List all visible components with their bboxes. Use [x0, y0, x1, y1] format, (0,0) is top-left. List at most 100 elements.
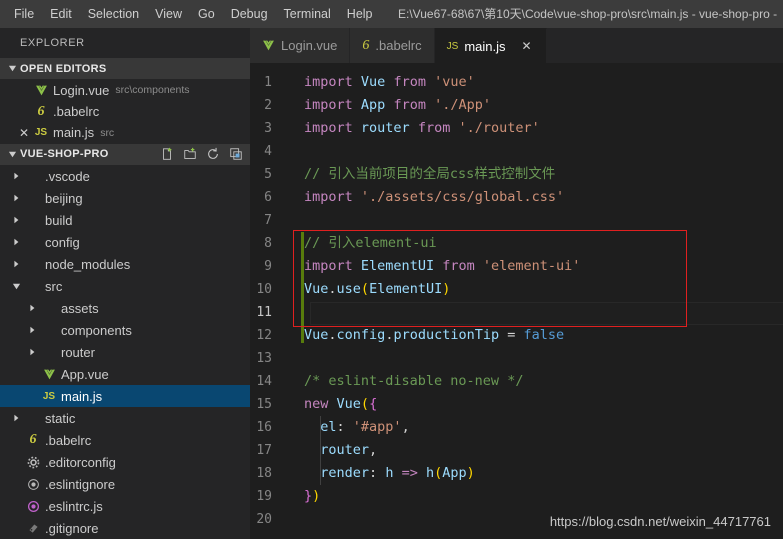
chevron-right-icon — [24, 304, 40, 312]
tree-folder-static[interactable]: static — [0, 407, 250, 429]
code-line[interactable]: 4 — [250, 140, 783, 163]
code-token: ElementUI — [360, 258, 435, 274]
collapse-all-icon[interactable] — [228, 146, 244, 162]
line-number: 2 — [264, 98, 272, 113]
tree-item-label: components — [61, 322, 132, 338]
code-line[interactable]: 15 new Vue({ — [250, 393, 783, 416]
open-editor-babelrc[interactable]: 6 .babelrc — [0, 101, 250, 122]
menu-item-go[interactable]: Go — [190, 0, 223, 28]
tree-file-app-vue[interactable]: App.vue — [0, 363, 250, 385]
tree-item-label: .vscode — [45, 168, 90, 184]
code-line[interactable]: 8 // 引入element-ui — [250, 232, 783, 255]
code-line[interactable]: 11 — [250, 301, 783, 324]
line-number: 17 — [256, 443, 272, 458]
code-line[interactable]: 5 // 引入当前项目的全局css样式控制文件 — [250, 163, 783, 186]
code-line[interactable]: 3 import router from './router' — [250, 117, 783, 140]
code-token: } — [304, 488, 313, 504]
title-bar: File Edit Selection View Go Debug Termin… — [0, 0, 783, 28]
tab-babelrc[interactable]: 6 .babelrc — [350, 28, 435, 63]
open-editor-label: .babelrc — [53, 104, 100, 120]
code-line[interactable]: 14 /* eslint-disable no-new */ — [250, 370, 783, 393]
tab-login-vue[interactable]: Login.vue — [250, 28, 351, 63]
tree-folder-build[interactable]: build — [0, 209, 250, 231]
open-editors-header[interactable]: OPEN EDITORS — [0, 58, 250, 80]
tree-file-dot-babelrc[interactable]: 6 .babelrc — [0, 429, 250, 451]
tab-main-js[interactable]: JS main.js ✕ — [434, 28, 547, 63]
vue-file-icon — [262, 40, 275, 51]
tab-label: Login.vue — [281, 38, 338, 53]
code-token: : — [336, 419, 353, 435]
tree-file-dot-editorconfig[interactable]: .editorconfig — [0, 451, 250, 473]
open-editor-main-js[interactable]: ✕ JS main.js src — [0, 122, 250, 143]
menu-item-terminal[interactable]: Terminal — [276, 0, 339, 28]
code-editor[interactable]: 1 import Vue from 'vue' 2 import App from '… — [250, 63, 783, 539]
code-line-text: new Vue({ — [294, 393, 783, 416]
babel-file-icon: 6 — [362, 37, 370, 53]
menu-item-view[interactable]: View — [147, 0, 190, 28]
code-token: , — [369, 442, 378, 458]
code-line[interactable]: 12 Vue.config.productionTip = false — [250, 324, 783, 347]
code-line[interactable]: 7 — [250, 209, 783, 232]
code-line-text: // 引入当前项目的全局css样式控制文件 — [294, 163, 783, 186]
tree-file-main-js[interactable]: JS main.js — [0, 385, 250, 408]
line-number: 1 — [264, 75, 272, 90]
tree-folder-router[interactable]: router — [0, 341, 250, 363]
menu-item-selection[interactable]: Selection — [80, 0, 147, 28]
tree-folder-assets[interactable]: assets — [0, 297, 250, 319]
code-token: Vue — [304, 281, 329, 297]
code-line[interactable]: 16 el: '#app', — [250, 416, 783, 439]
code-token: Vue — [304, 327, 329, 343]
eslint-icon — [24, 500, 42, 513]
vue-file-icon — [32, 85, 50, 96]
code-line-text: import Vue from 'vue' — [294, 71, 783, 94]
code-line[interactable]: 6 import './assets/css/global.css' — [250, 186, 783, 209]
code-token: . — [328, 281, 337, 297]
close-icon[interactable]: ✕ — [520, 39, 534, 53]
tree-item-label: .babelrc — [45, 432, 92, 448]
new-folder-icon[interactable] — [182, 146, 198, 162]
code-line[interactable]: 10 Vue.use(ElementUI) — [250, 278, 783, 301]
open-editor-label: Login.vue — [53, 82, 110, 98]
line-number: 6 — [264, 190, 272, 205]
menu-item-debug[interactable]: Debug — [223, 0, 276, 28]
code-line[interactable]: 18 render: h => h(App) — [250, 462, 783, 485]
tree-folder-components[interactable]: components — [0, 319, 250, 341]
code-line[interactable]: 1 import Vue from 'vue' — [250, 71, 783, 94]
menu-item-file[interactable]: File — [6, 0, 42, 28]
menu-item-help[interactable]: Help — [339, 0, 381, 28]
tree-folder-dot-vscode[interactable]: .vscode — [0, 165, 250, 187]
tree-file-dot-eslintignore[interactable]: .eslintignore — [0, 473, 250, 495]
code-token: './router' — [458, 120, 540, 136]
code-token: false — [523, 327, 565, 343]
vue-file-icon — [40, 369, 58, 380]
code-line[interactable]: 9 import ElementUI from 'element-ui' — [250, 255, 783, 278]
close-icon[interactable]: ✕ — [16, 127, 32, 139]
tree-file-dot-gitignore[interactable]: .gitignore — [0, 517, 250, 539]
code-token: import — [304, 97, 353, 113]
refresh-icon[interactable] — [205, 146, 221, 162]
code-line[interactable]: 19}) — [250, 485, 783, 508]
code-token: from — [442, 258, 475, 274]
code-line-text: import ElementUI from 'element-ui' — [294, 255, 783, 278]
code-line[interactable]: 17 router, — [250, 439, 783, 462]
open-editor-login-vue[interactable]: Login.vue src\components — [0, 79, 250, 100]
code-line[interactable]: 13 — [250, 347, 783, 370]
tree-folder-beijing[interactable]: beijing — [0, 187, 250, 209]
chevron-down-icon — [8, 282, 24, 291]
tree-file-dot-eslintrc-js[interactable]: .eslintrc.js — [0, 495, 250, 517]
tree-folder-config[interactable]: config — [0, 231, 250, 253]
new-file-icon[interactable] — [159, 146, 175, 162]
menu-item-edit[interactable]: Edit — [42, 0, 80, 28]
editor-area: Login.vue 6 .babelrc JS main.js ✕ 1 impor… — [250, 28, 783, 539]
tree-item-label: src — [45, 278, 63, 294]
project-root-header[interactable]: VUE-SHOP-PRO — [0, 143, 250, 166]
tree-folder-src[interactable]: src — [0, 275, 250, 297]
tree-item-label: static — [45, 410, 76, 426]
code-token: App — [442, 465, 467, 481]
line-number: 8 — [264, 236, 272, 251]
code-line[interactable]: 2 import App from './App' — [250, 94, 783, 117]
tree-folder-node-modules[interactable]: node_modules — [0, 253, 250, 275]
git-icon — [24, 522, 42, 535]
tree-item-label: .eslintignore — [45, 476, 116, 492]
